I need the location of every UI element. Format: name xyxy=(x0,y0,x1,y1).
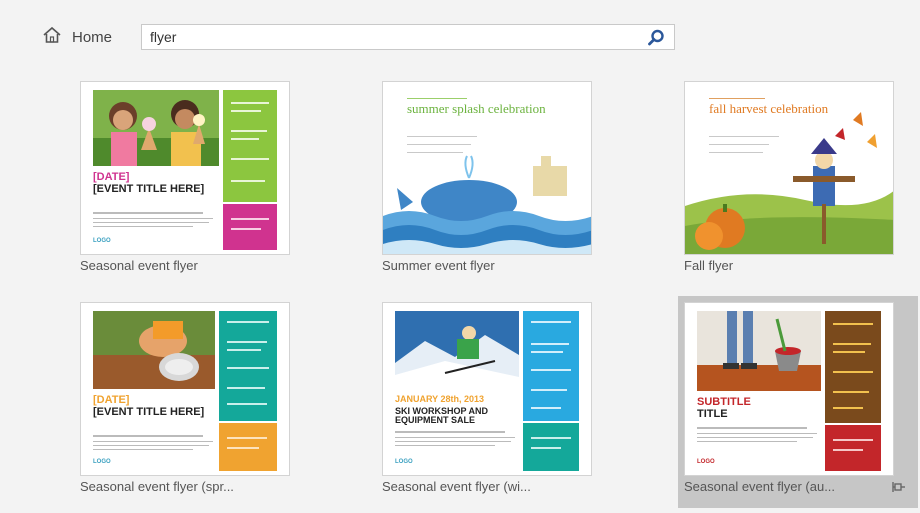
template-tile-seasonal-event-flyer[interactable]: [DATE] [EVENT TITLE HERE] LOGO Seasonal … xyxy=(74,75,314,287)
template-label: Seasonal event flyer xyxy=(80,258,198,273)
flyer-title: TITLE xyxy=(697,408,728,420)
flyer-subtitle: SUBTITLE xyxy=(697,396,751,408)
template-label: Seasonal event flyer (au... xyxy=(684,479,836,494)
flyer-logo: LOGO xyxy=(93,459,111,465)
template-grid: [DATE] [EVENT TITLE HERE] LOGO Seasonal … xyxy=(0,0,920,513)
photo-kids-ice-cream xyxy=(93,90,219,166)
template-tile-seasonal-event-flyer-autumn[interactable]: SUBTITLE TITLE LOGO Seasonal event flyer… xyxy=(678,296,918,508)
template-thumbnail: fall harvest celebration xyxy=(684,81,894,255)
template-label: Seasonal event flyer (spr... xyxy=(80,479,234,494)
photo-leaves-bucket xyxy=(697,311,821,391)
template-thumbnail: [DATE] [EVENT TITLE HERE] LOGO xyxy=(80,81,290,255)
template-thumbnail: JANUARY 28th, 2013 SKI WORKSHOP AND EQUI… xyxy=(382,302,592,476)
flyer-date: JANUARY 28th, 2013 xyxy=(395,394,485,404)
template-tile-seasonal-event-flyer-spring[interactable]: [DATE] [EVENT TITLE HERE] LOGO Seasonal … xyxy=(74,296,314,508)
photo-runner xyxy=(93,311,215,389)
flyer-logo: LOGO xyxy=(395,459,413,465)
flyer-title: SKI WORKSHOP AND EQUIPMENT SALE xyxy=(395,406,489,426)
flyer-date: [DATE] xyxy=(93,394,130,406)
pin-icon[interactable] xyxy=(892,480,906,494)
flyer-title: [EVENT TITLE HERE] xyxy=(93,406,205,418)
flyer-title: [EVENT TITLE HERE] xyxy=(93,183,205,195)
template-tile-seasonal-event-flyer-winter[interactable]: JANUARY 28th, 2013 SKI WORKSHOP AND EQUI… xyxy=(376,296,616,508)
flyer-title: summer splash celebration xyxy=(407,101,546,116)
template-label: Summer event flyer xyxy=(382,258,495,273)
template-thumbnail: [DATE] [EVENT TITLE HERE] LOGO xyxy=(80,302,290,476)
template-thumbnail: summer splash celebration xyxy=(382,81,592,255)
template-thumbnail: SUBTITLE TITLE LOGO xyxy=(684,302,894,476)
sidebar-blue xyxy=(523,311,579,421)
photo-skier xyxy=(395,311,519,391)
sidebar-red xyxy=(825,425,881,471)
scarecrow-pumpkin-illustration xyxy=(685,112,893,254)
template-tile-fall-flyer[interactable]: fall harvest celebration Fall flyer xyxy=(678,75,918,287)
whale-ocean-illustration xyxy=(383,155,591,254)
sidebar-green xyxy=(223,90,277,202)
flyer-logo: LOGO xyxy=(697,459,715,465)
template-label: Fall flyer xyxy=(684,258,734,273)
flyer-logo: LOGO xyxy=(93,238,111,244)
template-label: Seasonal event flyer (wi... xyxy=(382,479,531,494)
sidebar-magenta xyxy=(223,204,277,250)
flyer-date: [DATE] xyxy=(93,171,130,183)
template-tile-summer-event-flyer[interactable]: summer splash celebration Summer event f… xyxy=(376,75,616,287)
